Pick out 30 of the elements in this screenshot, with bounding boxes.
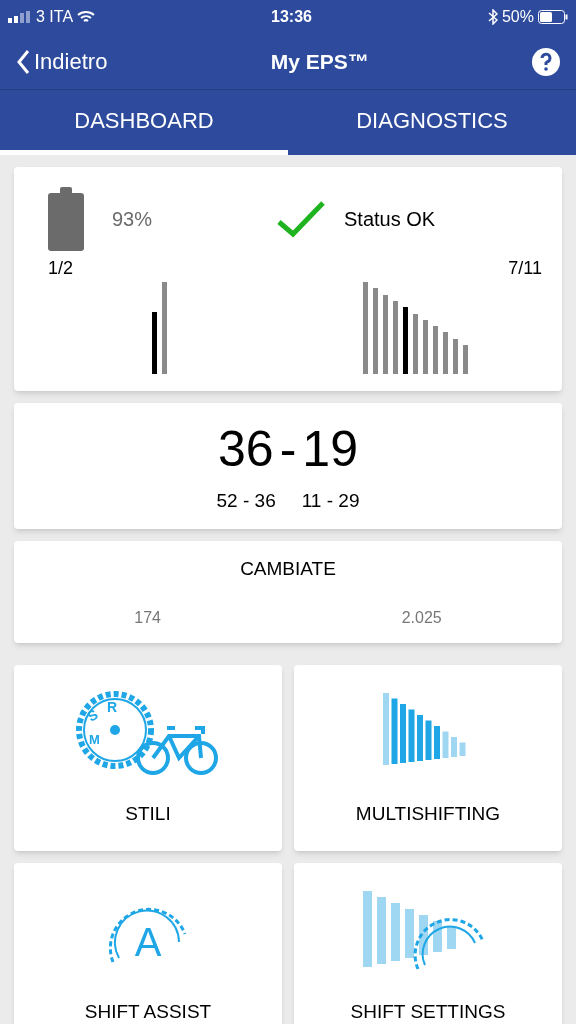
- back-chevron-icon: [16, 48, 30, 75]
- tab[interactable]: DIAGNOSTICS: [288, 90, 576, 155]
- battery-percent: 50%: [501, 7, 534, 27]
- front-gear-value: 36: [218, 420, 274, 479]
- window-title: My EPS™: [270, 48, 369, 75]
- feature-tile[interactable]: MULTISHIFTING: [294, 665, 562, 851]
- rear-gear-label: 7/11: [508, 257, 542, 280]
- shift-count: 174: [134, 607, 161, 628]
- status-text: Status OK: [344, 207, 436, 232]
- rear-gear-value: 19: [302, 420, 358, 479]
- bluetooth-icon: [487, 9, 498, 25]
- battery-level: 93%: [112, 207, 153, 232]
- feature-tile[interactable]: A SHIFT ASSIST: [14, 863, 282, 1024]
- shifts-title: CAMBIATE: [240, 557, 336, 581]
- battery-icon: [538, 10, 568, 24]
- battery-icon: [48, 187, 84, 251]
- tab[interactable]: DASHBOARD: [0, 90, 288, 155]
- clock-time: 13:36: [271, 7, 312, 27]
- carrier-name: 3 ITA: [36, 7, 74, 27]
- cassette-range: 11 - 29: [301, 489, 360, 513]
- back-button[interactable]: Indietro: [16, 45, 108, 78]
- wifi-icon: [77, 10, 96, 24]
- feature-tile[interactable]: SHIFT SETTINGS: [294, 863, 562, 1024]
- front-gear-label: 1/2: [48, 257, 74, 280]
- chainring-range: 52 - 36: [216, 489, 276, 513]
- gear-separator: -: [279, 420, 297, 479]
- shift-count: 2.025: [401, 607, 442, 628]
- signal-icon: [8, 11, 32, 23]
- help-icon[interactable]: [532, 47, 560, 76]
- checkmark-icon: [276, 200, 327, 238]
